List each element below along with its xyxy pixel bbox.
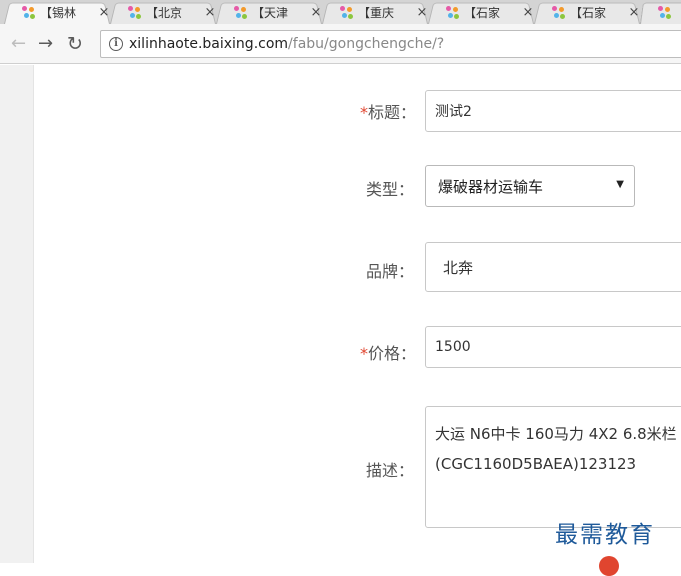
tab-title: 【石家 bbox=[570, 5, 607, 20]
tab-title: 【天津 bbox=[252, 5, 289, 20]
tab-title: 【北京 bbox=[146, 5, 183, 20]
type-select-value: 爆破器材运输车 bbox=[438, 177, 544, 196]
browser-tab-6[interactable]: 【石家 × bbox=[534, 0, 640, 24]
reload-icon[interactable]: ↻ bbox=[67, 33, 83, 55]
page-left-margin bbox=[0, 65, 34, 563]
browser-toolbar: ← → ↻ i xilinhaote.baixing.com /fabu/gon… bbox=[0, 24, 681, 64]
baixing-favicon-icon bbox=[552, 5, 565, 19]
browser-tab-7[interactable] bbox=[640, 0, 681, 24]
tab-title: 【锡林 bbox=[40, 5, 77, 20]
baixing-favicon-icon bbox=[128, 5, 141, 19]
baixing-favicon-icon bbox=[658, 5, 671, 19]
tab-strip: 【锡林 × 【北京 × 【天津 × 【重庆 × 【石家 × 【石家 × bbox=[0, 0, 681, 24]
triangle-down-icon: ▼ bbox=[616, 179, 624, 190]
brand-label: 品牌： bbox=[366, 262, 415, 281]
price-label: *价格： bbox=[360, 344, 417, 363]
arrow-right-icon[interactable]: → bbox=[38, 33, 53, 55]
required-mark: * bbox=[360, 103, 368, 122]
browser-tab-3[interactable]: 【天津 × bbox=[216, 0, 322, 24]
description-line-1: 大运 N6中卡 160马力 4X2 6.8米栏 bbox=[435, 425, 677, 443]
browser-tab-1[interactable]: 【锡林 × bbox=[4, 0, 110, 24]
info-icon[interactable]: i bbox=[109, 37, 123, 51]
close-icon[interactable]: × bbox=[628, 5, 640, 20]
title-label: *标题： bbox=[360, 103, 417, 122]
required-mark: * bbox=[360, 344, 368, 363]
close-icon[interactable]: × bbox=[522, 5, 534, 20]
arrow-left-icon[interactable]: ← bbox=[11, 33, 26, 55]
close-icon[interactable]: × bbox=[416, 5, 428, 20]
tab-title: 【石家 bbox=[464, 5, 501, 20]
browser-tab-5[interactable]: 【石家 × bbox=[428, 0, 534, 24]
tab-title: 【重庆 bbox=[358, 5, 395, 20]
description-label: 描述： bbox=[366, 461, 415, 480]
watermark: 最需教育 bbox=[555, 522, 655, 548]
baixing-favicon-icon bbox=[340, 5, 353, 19]
close-icon[interactable]: × bbox=[98, 5, 110, 20]
red-badge bbox=[599, 556, 619, 576]
browser-tab-2[interactable]: 【北京 × bbox=[110, 0, 216, 24]
brand-input[interactable]: 北奔 bbox=[425, 242, 681, 292]
type-select[interactable]: 爆破器材运输车 ▼ bbox=[425, 165, 635, 207]
price-input[interactable]: 1500 bbox=[425, 326, 681, 368]
close-icon[interactable]: × bbox=[204, 5, 216, 20]
baixing-favicon-icon bbox=[22, 5, 35, 19]
url-host: xilinhaote.baixing.com bbox=[129, 36, 289, 52]
url-path: /fabu/gongchengche/? bbox=[288, 36, 445, 52]
description-line-2: (CGC1160D5BAEA)123123 bbox=[435, 455, 637, 473]
close-icon[interactable]: × bbox=[310, 5, 322, 20]
baixing-favicon-icon bbox=[446, 5, 459, 19]
browser-tab-4[interactable]: 【重庆 × bbox=[322, 0, 428, 24]
type-label: 类型： bbox=[366, 180, 415, 199]
title-input[interactable]: 测试2 bbox=[425, 90, 681, 132]
baixing-favicon-icon bbox=[234, 5, 247, 19]
address-bar[interactable]: i xilinhaote.baixing.com /fabu/gongcheng… bbox=[100, 30, 681, 58]
description-textarea[interactable]: 大运 N6中卡 160马力 4X2 6.8米栏 (CGC1160D5BAEA)1… bbox=[425, 406, 681, 528]
